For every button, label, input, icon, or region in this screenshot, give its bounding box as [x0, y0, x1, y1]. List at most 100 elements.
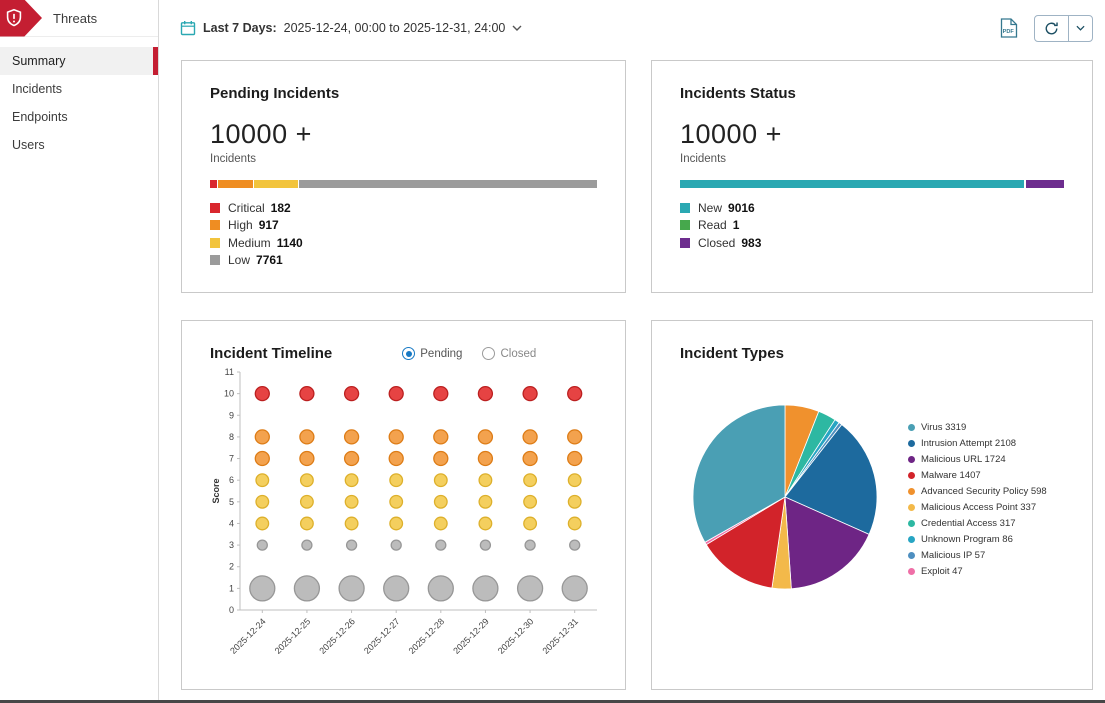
timeline-bubble-score-7[interactable] [522, 450, 538, 467]
timeline-bubble-score-5[interactable] [478, 494, 493, 509]
timeline-bubble-score-1[interactable] [383, 575, 410, 602]
timeline-bubble-score-1[interactable] [249, 575, 276, 602]
timeline-bubble-score-5[interactable] [523, 494, 538, 509]
timeline-bubble-score-7[interactable] [299, 450, 315, 467]
timeline-bubble-score-10[interactable] [522, 385, 538, 402]
timeline-bubble-score-7[interactable] [433, 450, 449, 467]
legend-label: Closed [698, 235, 736, 250]
timeline-bubble-score-4[interactable] [389, 516, 404, 531]
timeline-bubble-score-4[interactable] [478, 516, 493, 531]
timeline-bubble-score-4[interactable] [433, 516, 448, 531]
legend-item-high: High 917 [210, 217, 597, 235]
pdf-export-button[interactable]: PDF [1000, 18, 1018, 38]
legend-dot [908, 568, 915, 575]
timeline-bubble-score-6[interactable] [344, 473, 359, 488]
svg-text:8: 8 [229, 432, 234, 442]
timeline-bubble-score-4[interactable] [567, 516, 582, 531]
timeline-bubble-score-3[interactable] [479, 539, 492, 551]
timeline-bubble-score-10[interactable] [343, 385, 360, 402]
refresh-menu-toggle[interactable] [1068, 15, 1092, 41]
timeline-bubble-score-4[interactable] [255, 516, 270, 531]
timeline-bubble-score-3[interactable] [569, 539, 581, 551]
incident-types-pie-svg [692, 404, 878, 590]
svg-text:2025-12-26: 2025-12-26 [317, 616, 357, 654]
timeline-bubble-score-5[interactable] [299, 494, 314, 509]
legend-label: Malware 1407 [921, 470, 981, 481]
timeline-bubble-score-8[interactable] [254, 429, 270, 445]
timeline-bubble-score-4[interactable] [299, 516, 314, 531]
timeline-bubble-score-1[interactable] [516, 575, 544, 602]
timeline-bubble-score-5[interactable] [433, 494, 448, 509]
timeline-bubble-score-8[interactable] [299, 429, 315, 445]
timeline-bubble-score-6[interactable] [433, 473, 448, 488]
sidebar-menu: Summary Incidents Endpoints Users [0, 47, 158, 159]
timeline-bubble-score-10[interactable] [388, 385, 404, 402]
timeline-bubble-score-10[interactable] [299, 385, 315, 402]
sidebar-item-incidents[interactable]: Incidents [0, 75, 158, 103]
legend-label: Malicious URL 1724 [921, 454, 1006, 465]
timeline-bubble-score-6[interactable] [389, 473, 404, 488]
timeline-bubble-score-8[interactable] [522, 429, 538, 445]
timeline-bubble-score-5[interactable] [389, 494, 404, 509]
timeline-bubble-svg: 01234567891011Score2025-12-24 2025-12-25 2… [211, 367, 597, 656]
timeline-bubble-score-8[interactable] [433, 429, 449, 445]
timeline-bubble-score-3[interactable] [435, 539, 447, 551]
timeline-bubble-score-7[interactable] [254, 450, 270, 467]
legend-dot [908, 488, 915, 495]
timeline-bubble-score-8[interactable] [343, 429, 360, 445]
timeline-bubble-score-6[interactable] [255, 473, 270, 488]
timeline-bubble-score-7[interactable] [343, 450, 360, 467]
timeline-bubble-score-8[interactable] [388, 429, 404, 445]
timeline-bubble-score-6[interactable] [567, 473, 582, 488]
timeline-bubble-score-1[interactable] [338, 575, 365, 602]
legend-label: Unknown Program 86 [921, 534, 1013, 545]
refresh-action[interactable] [1035, 16, 1068, 41]
timeline-bubble-score-6[interactable] [523, 473, 538, 488]
timeline-bubble-score-6[interactable] [299, 473, 314, 488]
sidebar-item-summary[interactable]: Summary [0, 47, 158, 75]
timeline-bubble-score-3[interactable] [256, 539, 268, 551]
svg-text:11: 11 [225, 367, 234, 377]
timeline-bubble-score-4[interactable] [344, 516, 359, 531]
timeline-bubble-score-10[interactable] [477, 385, 494, 402]
timeline-bubble-score-3[interactable] [524, 539, 536, 551]
timeline-bubble-score-7[interactable] [388, 450, 404, 467]
timeline-bubble-score-5[interactable] [344, 494, 359, 509]
legend-label: Malicious Access Point 337 [921, 502, 1037, 513]
radio-pending[interactable]: Pending [402, 347, 462, 360]
calendar-icon [180, 20, 196, 36]
timeline-bubble-score-5[interactable] [255, 494, 270, 509]
pending-incidents-card: Pending Incidents 10000 + Incidents Crit… [181, 60, 626, 293]
timeline-bubble-score-10[interactable] [254, 385, 270, 402]
timeline-bubble-score-1[interactable] [472, 575, 499, 602]
timeline-bubble-score-6[interactable] [478, 473, 493, 488]
incidents-status-card: Incidents Status 10000 + Incidents New 90… [651, 60, 1093, 293]
sidebar-item-endpoints[interactable]: Endpoints [0, 103, 158, 131]
timeline-bubble-score-8[interactable] [477, 429, 494, 445]
timeline-bubble-score-7[interactable] [567, 450, 583, 467]
app-title: Threats [53, 10, 98, 26]
sidebar-item-users[interactable]: Users [0, 131, 158, 159]
radio-closed[interactable]: Closed [482, 347, 536, 360]
pending-incidents-bar [210, 180, 598, 188]
timeline-bubble-score-3[interactable] [345, 539, 358, 551]
timeline-bubble-score-1[interactable] [427, 575, 454, 602]
timeline-bubble-score-3[interactable] [390, 539, 402, 551]
date-range-selector[interactable]: Last 7 Days: 2025-12-24, 00:00 to 2025-1… [180, 20, 522, 36]
timeline-bubble-score-10[interactable] [567, 385, 583, 402]
bar-segment-low [298, 180, 598, 188]
timeline-bubble-score-5[interactable] [567, 494, 582, 509]
timeline-bubble-score-3[interactable] [301, 539, 313, 551]
svg-text:4: 4 [229, 518, 234, 528]
legend-item-medium: Medium 1140 [210, 234, 597, 252]
svg-text:7: 7 [229, 454, 234, 464]
refresh-button[interactable] [1034, 14, 1093, 42]
timeline-bubble-score-7[interactable] [477, 450, 494, 467]
timeline-bubble-score-10[interactable] [433, 385, 449, 402]
timeline-bubble-score-8[interactable] [567, 429, 583, 445]
svg-text:6: 6 [229, 475, 234, 485]
timeline-bubble-score-4[interactable] [523, 516, 538, 531]
timeline-bubble-score-1[interactable] [293, 575, 321, 602]
timeline-bubble-score-1[interactable] [561, 575, 588, 602]
svg-text:2025-12-27: 2025-12-27 [362, 616, 402, 654]
